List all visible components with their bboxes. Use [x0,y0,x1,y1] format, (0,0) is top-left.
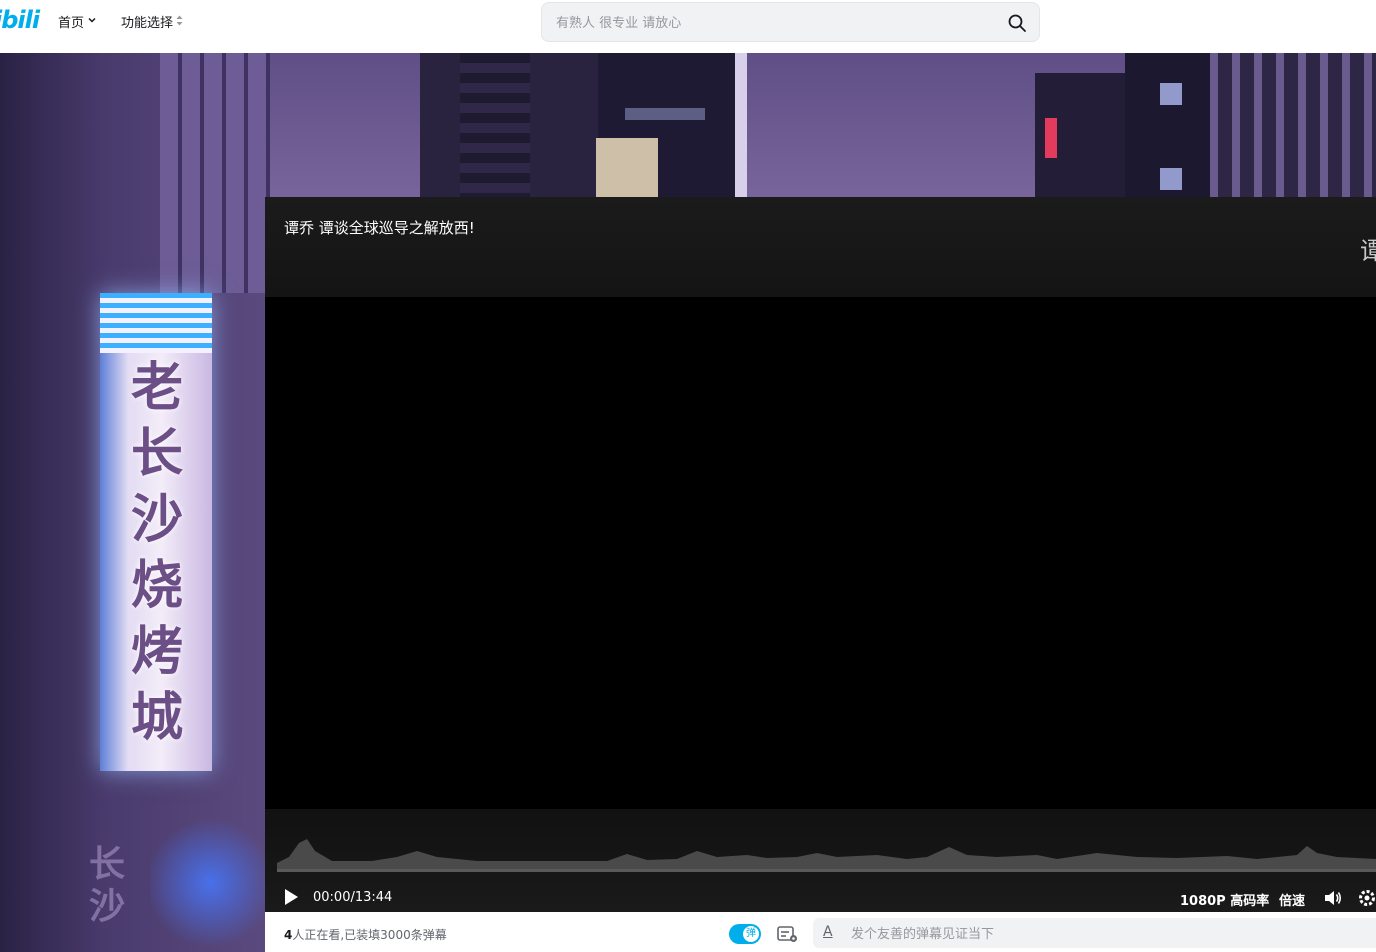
player-controls: 00:00/13:44 1080P 高码率 倍速 [265,809,1376,912]
building-facade [160,53,270,293]
top-navigation-bar: ibili 首页 功能选择 [0,0,1376,53]
neon-sign-secondary: 长沙 [88,843,125,927]
search-icon[interactable] [1007,13,1027,33]
side-panel-char: 谭 [1360,237,1376,265]
video-player[interactable]: 谭乔 谭谈全球巡导之解放西! 谭 00:00/13:44 1080P 高码率 倍… [265,197,1376,912]
danmaku-toggle-label: 弹 [743,926,759,942]
video-title: 谭乔 谭谈全球巡导之解放西! [284,219,475,237]
viewer-status: 4人正在看,已装填3000条弹幕 [284,926,447,943]
neon-glow [150,813,270,952]
building-window [1160,168,1182,190]
building-window [625,108,705,120]
site-logo[interactable]: ibili [0,6,40,34]
volume-icon[interactable] [1323,888,1343,908]
nav-home-label: 首页 [58,16,85,31]
neon-sign-stripes [100,293,212,353]
player-title-bar: 谭乔 谭谈全球巡导之解放西! 谭 [265,197,1376,297]
danmaku-toggle[interactable]: 弹 [729,924,761,944]
danmaku-bar: 4人正在看,已装填3000条弹幕 弹 A [265,912,1376,952]
search-input[interactable] [554,11,998,35]
red-sign [1045,118,1057,158]
building-window [1160,83,1182,105]
danmaku-input-wrap: A [813,918,1376,948]
high-energy-waveform [277,839,1376,871]
chevron-down-icon [87,15,97,28]
font-style-icon[interactable]: A [823,924,833,940]
sort-icon [176,15,183,29]
building-roof [596,138,658,198]
building-right-facade [1210,53,1376,198]
neon-sign-text: 老长沙烧烤城 [130,357,183,748]
building-edge [735,53,747,198]
play-icon[interactable] [281,887,301,907]
nav-home[interactable]: 首页 [58,12,97,31]
neon-sign: 老长沙烧烤城 [100,293,212,771]
viewer-status-text: 人正在看,已装填3000条弹幕 [292,928,447,942]
building-windows [460,53,530,198]
quality-button[interactable]: 1080P 高码率 [1180,890,1269,909]
settings-gear-icon[interactable] [1357,888,1376,908]
speed-button[interactable]: 倍速 [1279,890,1305,909]
search-bar [541,2,1040,42]
progress-bar[interactable] [277,869,1376,872]
danmaku-settings-icon[interactable] [777,924,799,944]
danmaku-input[interactable] [849,922,1353,946]
time-display: 00:00/13:44 [313,890,393,905]
nav-function-label: 功能选择 [121,16,174,31]
nav-function-select[interactable]: 功能选择 [121,12,183,31]
